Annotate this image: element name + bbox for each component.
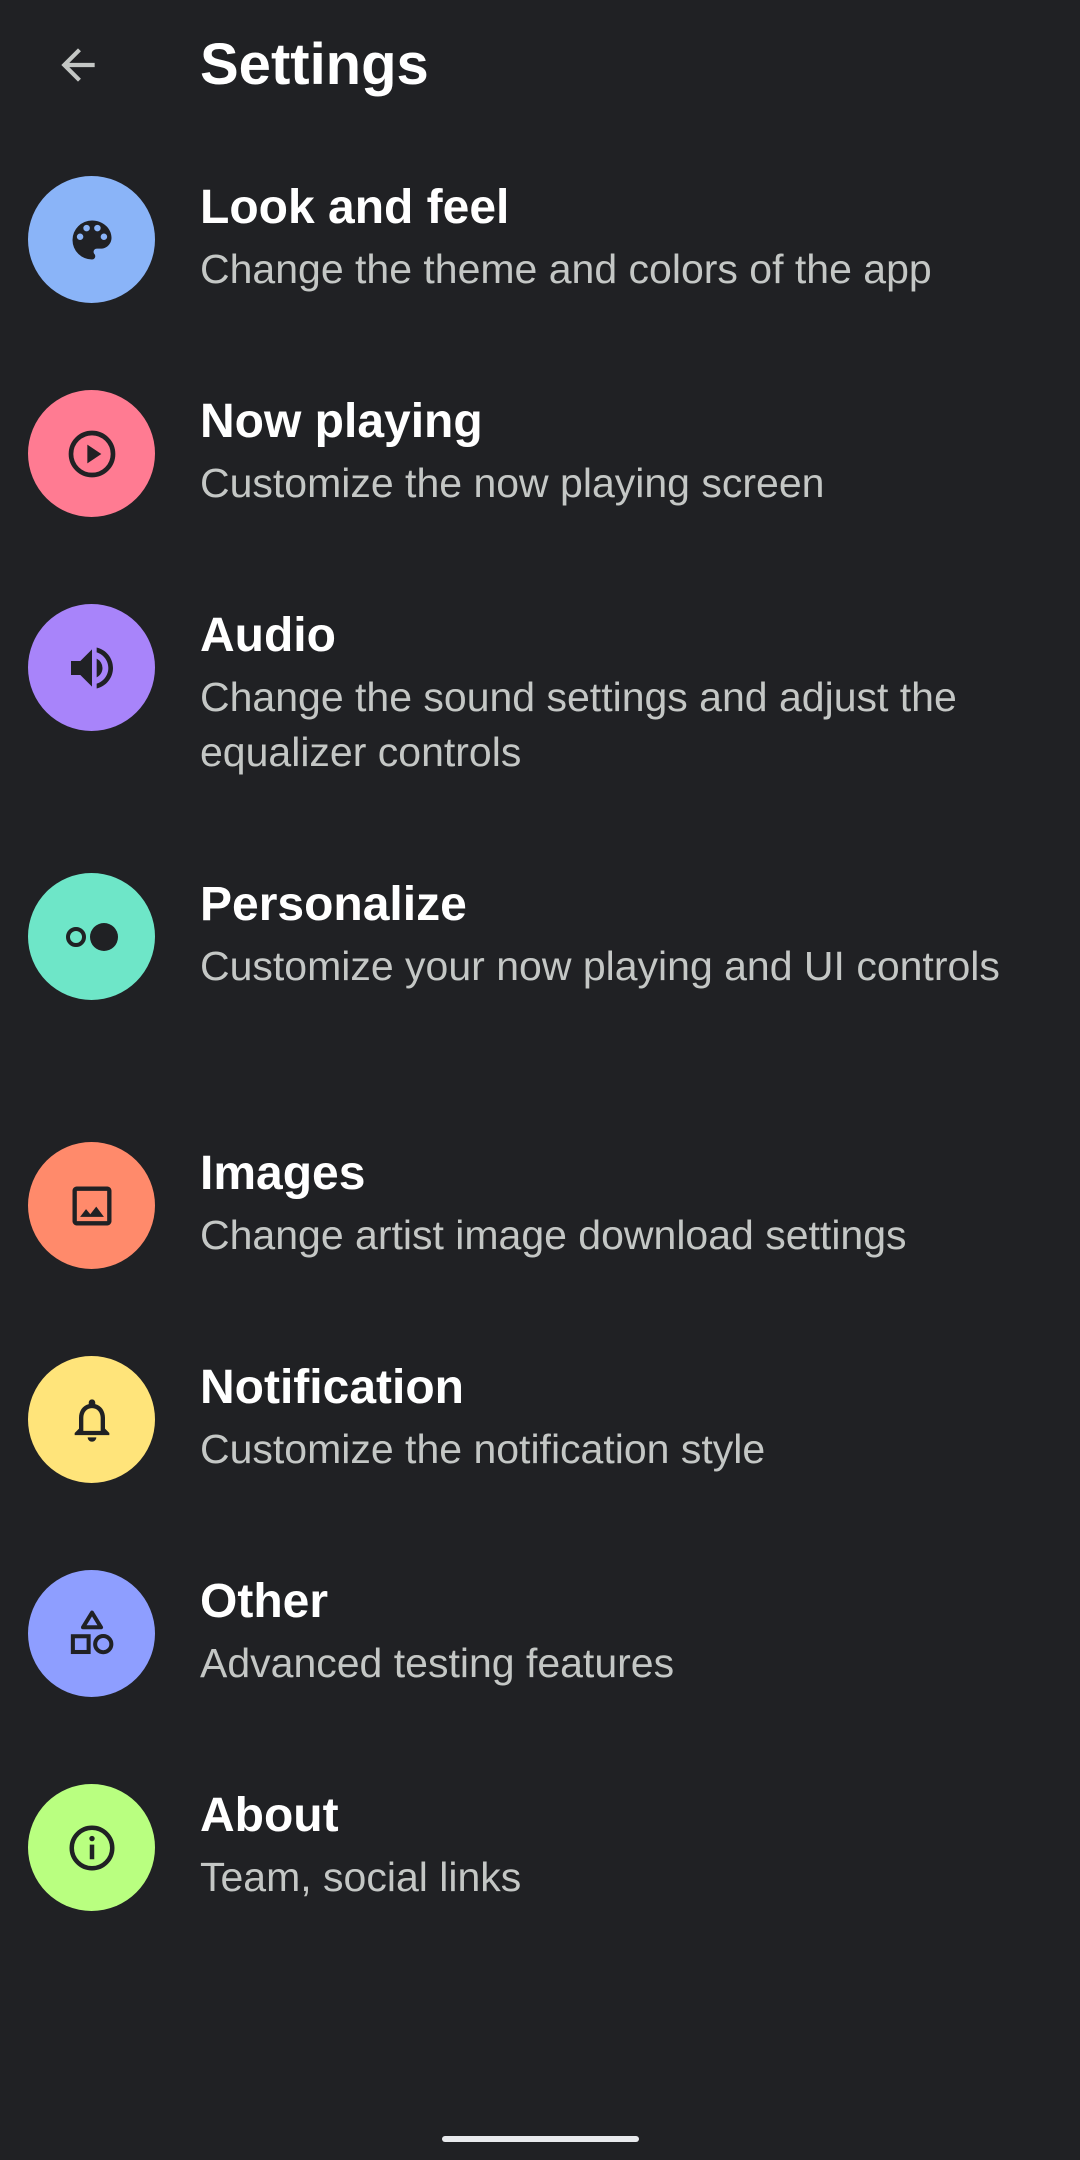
item-subtitle: Customize the notification style (200, 1426, 766, 1472)
toggle-icon-badge (28, 873, 155, 1000)
settings-item-images[interactable]: Images Change artist image download sett… (0, 1136, 1080, 1336)
settings-item-other[interactable]: Other Advanced testing features (0, 1564, 1080, 1764)
shapes-icon (70, 1610, 113, 1654)
item-subtitle: Customize your now playing and UI contro… (200, 943, 1000, 989)
palette-icon-badge (28, 176, 155, 303)
shapes-icon-badge (28, 1570, 155, 1697)
settings-item-audio[interactable]: Audio Change the sound settings and adju… (0, 598, 1080, 848)
volume-icon-badge (28, 604, 155, 731)
item-title: Audio (200, 609, 336, 662)
image-icon (72, 1186, 111, 1225)
info-icon-badge (28, 1784, 155, 1911)
item-title: Other (200, 1575, 329, 1628)
play-circle-icon-badge (28, 390, 155, 517)
settings-item-now-playing[interactable]: Now playing Customize the now playing sc… (0, 384, 1080, 584)
item-title: Look and feel (200, 181, 510, 234)
item-title: Images (200, 1147, 366, 1200)
item-subtitle: Change the theme and colors of the app (200, 246, 932, 292)
item-subtitle: Customize the now playing screen (200, 460, 825, 506)
item-subtitle: Advanced testing features (200, 1640, 675, 1686)
item-title: Now playing (200, 395, 483, 448)
item-subtitle: Change artist image download settings (200, 1212, 907, 1258)
page-title: Settings (200, 32, 429, 97)
back-button[interactable] (38, 30, 118, 100)
top-app-bar: Settings (0, 0, 1080, 130)
toggle-icon (65, 922, 118, 951)
settings-screen: Settings Look and feel Change the theme … (0, 0, 1080, 2160)
settings-item-personalize[interactable]: Personalize Customize your now playing a… (0, 867, 1080, 1117)
image-icon-badge (28, 1142, 155, 1269)
item-title: About (200, 1789, 339, 1842)
gesture-nav-bar[interactable] (442, 2136, 639, 2142)
play-circle-icon (68, 430, 115, 477)
item-title: Personalize (200, 878, 467, 931)
bell-icon-badge (28, 1356, 155, 1483)
item-title: Notification (200, 1361, 464, 1414)
settings-item-look-and-feel[interactable]: Look and feel Change the theme and color… (0, 170, 1080, 370)
settings-item-notification[interactable]: Notification Customize the notification … (0, 1350, 1080, 1550)
settings-item-about[interactable]: About Team, social links (0, 1778, 1080, 1978)
item-subtitle: Team, social links (200, 1854, 522, 1900)
info-icon (69, 1825, 114, 1870)
volume-icon (70, 647, 113, 688)
bell-icon (74, 1398, 109, 1442)
item-subtitle: Change the sound settings and adjust the… (200, 674, 957, 775)
arrow-back-icon (61, 48, 95, 82)
palette-icon (72, 220, 111, 259)
